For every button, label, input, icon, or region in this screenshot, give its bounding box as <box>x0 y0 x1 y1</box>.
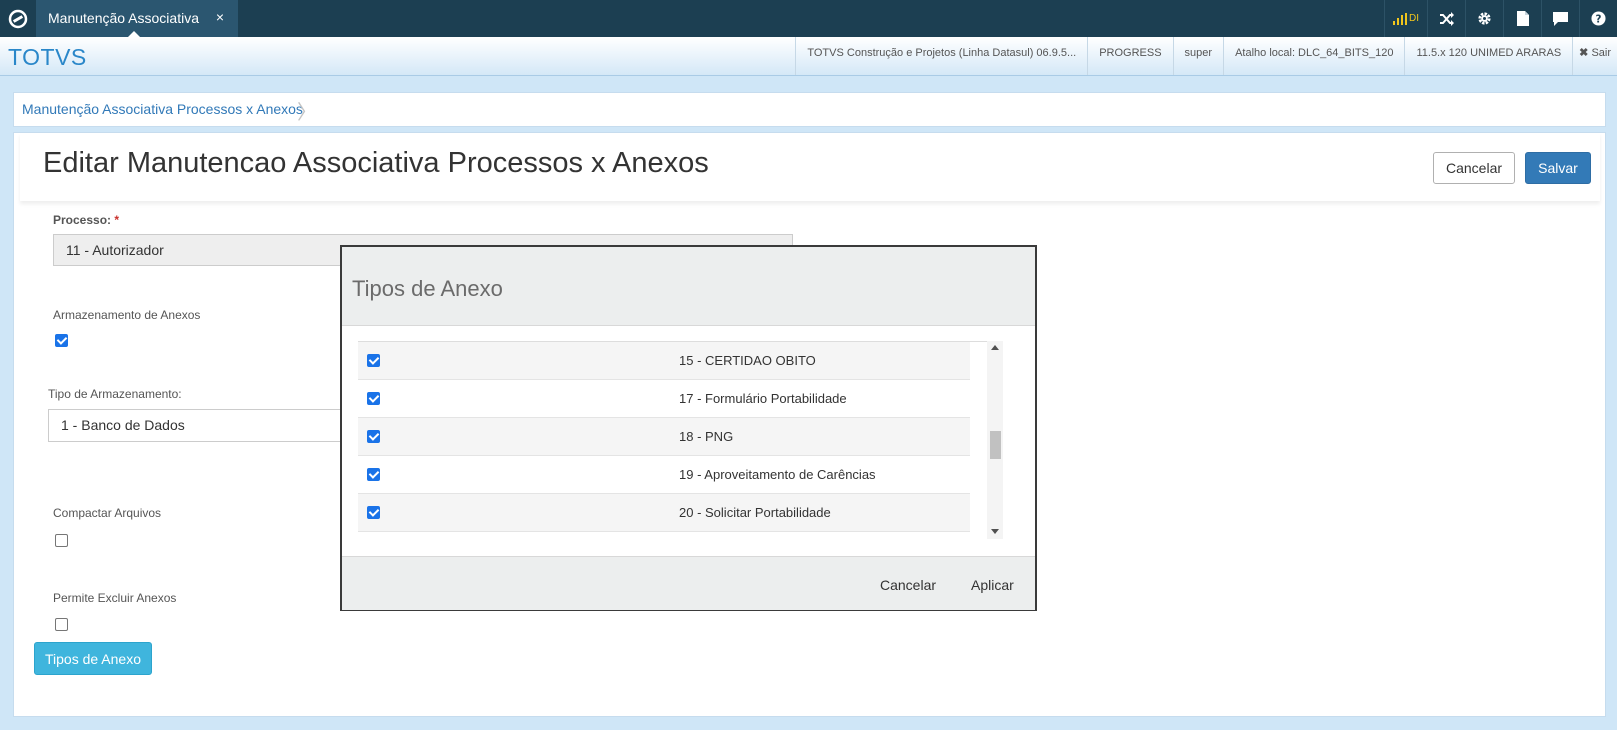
armazenamento-label: Armazenamento de Anexos <box>53 308 201 322</box>
context-bar: TOTVS TOTVS Construção e Projetos (Linha… <box>0 37 1617 76</box>
tipos-anexo-modal: Tipos de Anexo 15 - CERTIDAO OBITO 17 - … <box>340 245 1037 611</box>
scroll-up-icon[interactable] <box>991 345 999 350</box>
user-info: super <box>1172 37 1224 75</box>
breadcrumb-item[interactable]: Manutenção Associativa Processos x Anexo… <box>22 101 303 117</box>
context-info: TOTVS Construção e Projetos (Linha Datas… <box>795 37 1617 75</box>
scroll-thumb[interactable] <box>990 431 1001 459</box>
tipo-armazenamento-label: Tipo de Armazenamento: <box>48 387 182 401</box>
product-info: TOTVS Construção e Projetos (Linha Datas… <box>795 37 1087 75</box>
modal-apply-button[interactable]: Aplicar <box>971 577 1014 593</box>
exit-button[interactable]: ✖ Sair <box>1572 37 1617 75</box>
row-label: 20 - Solicitar Portabilidade <box>679 505 831 520</box>
modal-cancel-button[interactable]: Cancelar <box>880 577 936 593</box>
row-checkbox[interactable] <box>367 430 380 443</box>
top-navbar: Manutenção Associativa Processos x Anexo… <box>0 0 1617 37</box>
chat-icon[interactable] <box>1541 0 1579 37</box>
row-label: 15 - CERTIDAO OBITO <box>679 353 816 368</box>
page-title: Editar Manutencao Associativa Processos … <box>43 147 709 179</box>
modal-header: Tipos de Anexo <box>342 247 1035 326</box>
row-label: 19 - Aproveitamento de Carências <box>679 467 876 482</box>
tab-manutencao[interactable]: Manutenção Associativa Processos x Anexo… <box>36 0 238 37</box>
page-header: Editar Manutencao Associativa Processos … <box>20 133 1600 201</box>
exit-label: Sair <box>1591 47 1611 59</box>
shortcut-info: Atalho local: DLC_64_BITS_120 <box>1223 37 1404 75</box>
close-icon: ✖ <box>1579 47 1589 59</box>
row-checkbox[interactable] <box>367 392 380 405</box>
compactar-checkbox[interactable] <box>55 534 68 547</box>
tipos-anexo-list[interactable]: 15 - CERTIDAO OBITO 17 - Formulário Port… <box>358 341 988 534</box>
excluir-label: Permite Excluir Anexos <box>53 591 177 605</box>
row-checkbox[interactable] <box>367 506 380 519</box>
tab-label: Manutenção Associativa Processos x Anexo… <box>48 10 200 26</box>
row-label: 18 - PNG <box>679 429 734 444</box>
cancel-button[interactable]: Cancelar <box>1433 152 1515 184</box>
scroll-down-icon[interactable] <box>991 529 999 534</box>
help-icon[interactable]: ? <box>1579 0 1617 37</box>
svg-text:?: ? <box>1596 13 1602 25</box>
breadcrumb-separator-icon: 〉 <box>297 102 317 124</box>
modal-footer: Cancelar Aplicar <box>342 556 1035 610</box>
version-info: 11.5.x 120 UNIMED ARARAS <box>1404 37 1572 75</box>
top-toolbar: DI ? <box>1384 0 1617 37</box>
row-checkbox[interactable] <box>367 354 380 367</box>
list-item[interactable]: 15 - CERTIDAO OBITO <box>358 342 970 380</box>
tipos-de-anexo-button[interactable]: Tipos de Anexo <box>34 642 152 675</box>
signal-icon[interactable]: DI <box>1384 0 1427 37</box>
row-label: 17 - Formulário Portabilidade <box>679 391 847 406</box>
processo-label-text: Processo: <box>53 213 112 227</box>
close-icon[interactable]: × <box>216 9 224 25</box>
list-item[interactable]: 18 - PNG <box>358 418 970 456</box>
list-scrollbar[interactable] <box>987 341 1003 539</box>
save-button[interactable]: Salvar <box>1525 152 1591 184</box>
tipo-armazenamento-select[interactable]: 1 - Banco de Dados <box>48 409 348 442</box>
list-item[interactable]: 20 - Solicitar Portabilidade <box>358 494 970 532</box>
row-checkbox[interactable] <box>367 468 380 481</box>
processo-label: Processo: * <box>53 213 119 227</box>
excluir-checkbox[interactable] <box>55 618 68 631</box>
list-item[interactable]: 17 - Formulário Portabilidade <box>358 380 970 418</box>
database-info: PROGRESS <box>1087 37 1172 75</box>
modal-title: Tipos de Anexo <box>352 276 503 301</box>
totvs-logo-icon[interactable] <box>0 0 36 37</box>
compactar-label: Compactar Arquivos <box>53 506 162 520</box>
shuffle-icon[interactable] <box>1427 0 1465 37</box>
brand-logo: TOTVS <box>8 44 87 70</box>
list-item[interactable]: 19 - Aproveitamento de Carências <box>358 456 970 494</box>
signal-label: DI <box>1409 13 1419 24</box>
required-marker: * <box>114 213 120 227</box>
document-icon[interactable] <box>1503 0 1541 37</box>
gear-icon[interactable] <box>1465 0 1503 37</box>
breadcrumb: Manutenção Associativa Processos x Anexo… <box>13 92 1606 127</box>
armazenamento-checkbox[interactable] <box>55 334 68 347</box>
